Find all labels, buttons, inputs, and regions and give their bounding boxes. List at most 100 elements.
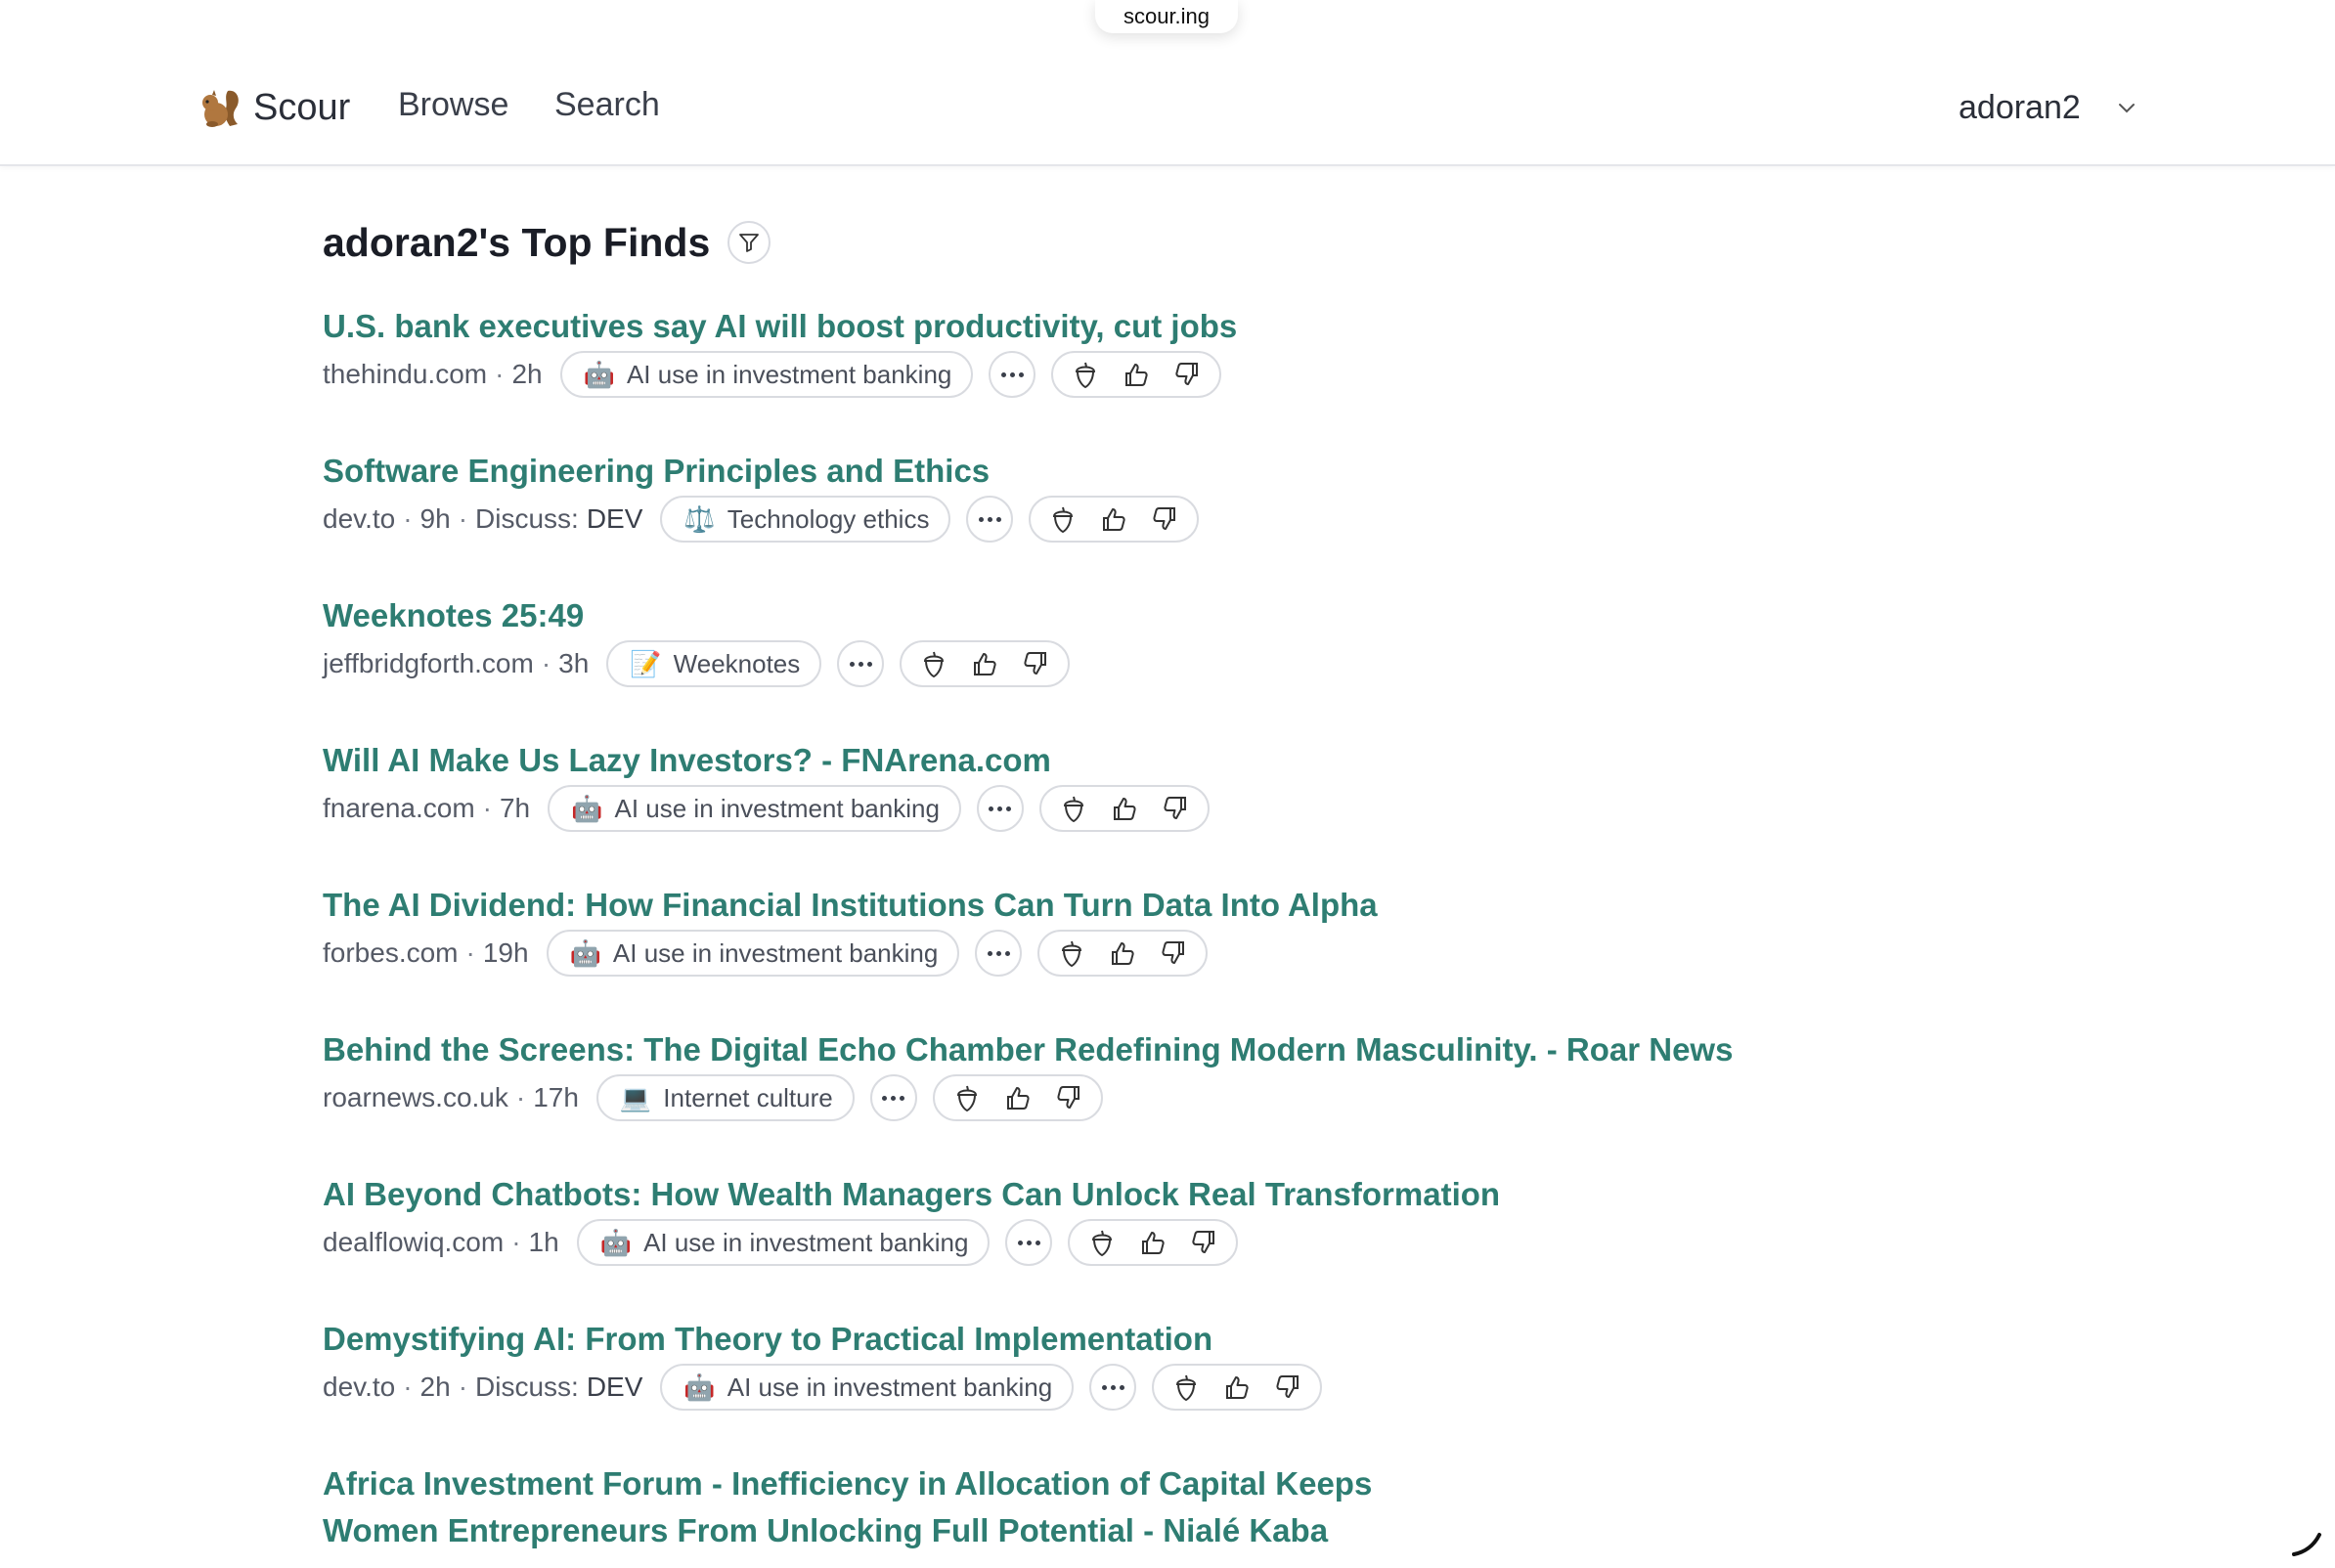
brand-home-link[interactable]: Scour — [198, 80, 350, 135]
nav-search[interactable]: Search — [554, 86, 660, 124]
find-title-link[interactable]: Will AI Make Us Lazy Investors? - FNAren… — [323, 737, 2181, 784]
acorn-icon[interactable] — [1053, 788, 1094, 829]
source-domain-link[interactable]: fnarena.com — [323, 793, 475, 824]
source-domain-link[interactable]: dealflowiq.com — [323, 1227, 504, 1258]
more-options-button[interactable] — [837, 640, 885, 687]
find-meta: dealflowiq.com · 1h 🤖 AI use in investment b… — [323, 1218, 2181, 1267]
find-age: 17h — [533, 1082, 579, 1112]
more-horizontal-icon — [1110, 1384, 1116, 1390]
find-age: 2h — [419, 1372, 451, 1402]
topic-chip[interactable]: 🤖 AI use in investment banking — [576, 1219, 991, 1266]
find-title-link[interactable]: U.S. bank executives say AI will boost p… — [323, 303, 2181, 350]
thumbs-down-icon[interactable] — [1267, 1367, 1308, 1408]
thumbs-down-icon[interactable] — [1015, 643, 1056, 684]
squirrel-icon — [202, 90, 239, 127]
reaction-group — [1037, 930, 1209, 977]
topic-label: Internet culture — [663, 1082, 833, 1112]
find-item: Will AI Make Us Lazy Investors? - FNAren… — [323, 737, 2181, 833]
find-meta: roarnews.co.uk · 17h 💻 Internet culture — [323, 1073, 2181, 1122]
more-horizontal-icon — [882, 1095, 888, 1101]
source-domain-link[interactable]: jeffbridgforth.com — [323, 648, 534, 679]
separator: · — [458, 503, 468, 534]
more-options-button[interactable] — [1089, 1364, 1137, 1411]
find-title-link[interactable]: Women Entrepreneurs From Unlocking Full … — [323, 1507, 2181, 1554]
topic-emoji-icon: 🤖 — [569, 938, 601, 968]
source-domain-link[interactable]: dev.to — [323, 503, 395, 535]
topic-chip[interactable]: 🤖 AI use in investment banking — [546, 930, 960, 977]
more-horizontal-icon — [995, 516, 1001, 522]
thumbs-up-icon[interactable] — [1093, 499, 1134, 540]
thumbs-down-icon[interactable] — [1153, 933, 1194, 974]
thumbs-up-icon[interactable] — [997, 1077, 1038, 1118]
more-options-button[interactable] — [976, 785, 1024, 832]
more-options-button[interactable] — [1005, 1219, 1053, 1266]
thumbs-up-icon[interactable] — [1216, 1367, 1257, 1408]
topic-chip[interactable]: 💻 Internet culture — [595, 1074, 855, 1121]
thumbs-down-icon[interactable] — [1155, 788, 1196, 829]
topic-label: AI use in investment banking — [727, 1372, 1053, 1402]
find-item: Demystifying AI: From Theory to Practica… — [323, 1316, 2181, 1412]
find-title-link[interactable]: The AI Dividend: How Financial Instituti… — [323, 882, 2181, 929]
source-domain-link[interactable]: forbes.com — [323, 937, 459, 969]
thumbs-up-icon[interactable] — [1132, 1222, 1173, 1263]
more-options-button[interactable] — [869, 1074, 917, 1121]
source-domain-link[interactable]: roarnews.co.uk — [323, 1082, 508, 1113]
nav-browse[interactable]: Browse — [398, 86, 508, 124]
find-age: 1h — [528, 1227, 559, 1257]
find-title-link[interactable]: AI Beyond Chatbots: How Wealth Managers … — [323, 1171, 2181, 1218]
thumbs-down-icon[interactable] — [1048, 1077, 1089, 1118]
acorn-icon[interactable] — [1166, 1367, 1207, 1408]
discuss-link[interactable]: DEV — [587, 1372, 643, 1403]
more-horizontal-icon — [1035, 1240, 1040, 1245]
thumbs-down-icon[interactable] — [1167, 354, 1208, 395]
separator: · — [511, 1227, 521, 1257]
separator: · — [515, 1082, 526, 1112]
find-title-link[interactable]: Demystifying AI: From Theory to Practica… — [323, 1316, 2181, 1363]
topic-emoji-icon: 💻 — [619, 1083, 652, 1112]
thumbs-down-icon[interactable] — [1183, 1222, 1224, 1263]
topic-chip[interactable]: 🤖 AI use in investment banking — [548, 785, 961, 832]
topic-label: AI use in investment banking — [626, 359, 952, 389]
find-title-link[interactable]: Weeknotes 25:49 — [323, 592, 2181, 639]
acorn-icon[interactable] — [1065, 354, 1106, 395]
thumbs-up-icon[interactable] — [1116, 354, 1157, 395]
find-item: Behind the Screens: The Digital Echo Cha… — [323, 1026, 2181, 1122]
source-domain-link[interactable]: dev.to — [323, 1372, 395, 1403]
topic-chip[interactable]: ⚖️ Technology ethics — [660, 496, 951, 543]
url-pill[interactable]: scour.ing — [1095, 0, 1238, 33]
more-horizontal-icon — [995, 950, 1001, 956]
find-meta: forbes.com · 19h 🤖 AI use in investment bank… — [323, 929, 2181, 978]
topic-chip[interactable]: 🤖 AI use in investment banking — [660, 1364, 1075, 1411]
acorn-icon[interactable] — [913, 643, 954, 684]
url-label: scour.ing — [1123, 4, 1211, 28]
discuss-prefix: Discuss: — [475, 503, 579, 534]
find-title-link[interactable]: Africa Investment Forum - Inefficiency i… — [323, 1460, 2181, 1507]
acorn-icon[interactable] — [947, 1077, 988, 1118]
separator: · — [482, 793, 492, 823]
find-title-link[interactable]: Software Engineering Principles and Ethi… — [323, 448, 2181, 495]
discuss-link[interactable]: DEV — [587, 503, 643, 535]
topic-chip[interactable]: 📝 Weeknotes — [606, 640, 822, 687]
filter-button[interactable] — [727, 221, 771, 264]
thumbs-up-icon[interactable] — [1104, 788, 1145, 829]
source-domain-link[interactable]: thehindu.com — [323, 359, 487, 390]
separator: · — [403, 503, 413, 534]
thumbs-down-icon[interactable] — [1144, 499, 1185, 540]
find-title-link[interactable]: Behind the Screens: The Digital Echo Cha… — [323, 1026, 2181, 1073]
acorn-icon[interactable] — [1042, 499, 1083, 540]
more-options-button[interactable] — [975, 930, 1023, 977]
topic-chip[interactable]: 🤖 AI use in investment banking — [559, 351, 974, 398]
user-menu[interactable]: adoran2 — [1959, 82, 2137, 133]
page-header: adoran2's Top Finds — [323, 209, 2181, 276]
loading-spinner-icon — [2292, 1533, 2321, 1556]
find-meta: jeffbridgforth.com · 3h 📝 Weeknotes — [323, 639, 2181, 688]
thumbs-up-icon[interactable] — [964, 643, 1005, 684]
more-horizontal-icon — [1000, 371, 1006, 377]
reaction-group — [1038, 785, 1210, 832]
acorn-icon[interactable] — [1051, 933, 1092, 974]
more-options-button[interactable] — [966, 496, 1014, 543]
reaction-group — [1068, 1219, 1239, 1266]
thumbs-up-icon[interactable] — [1102, 933, 1143, 974]
more-options-button[interactable] — [989, 351, 1036, 398]
acorn-icon[interactable] — [1081, 1222, 1123, 1263]
